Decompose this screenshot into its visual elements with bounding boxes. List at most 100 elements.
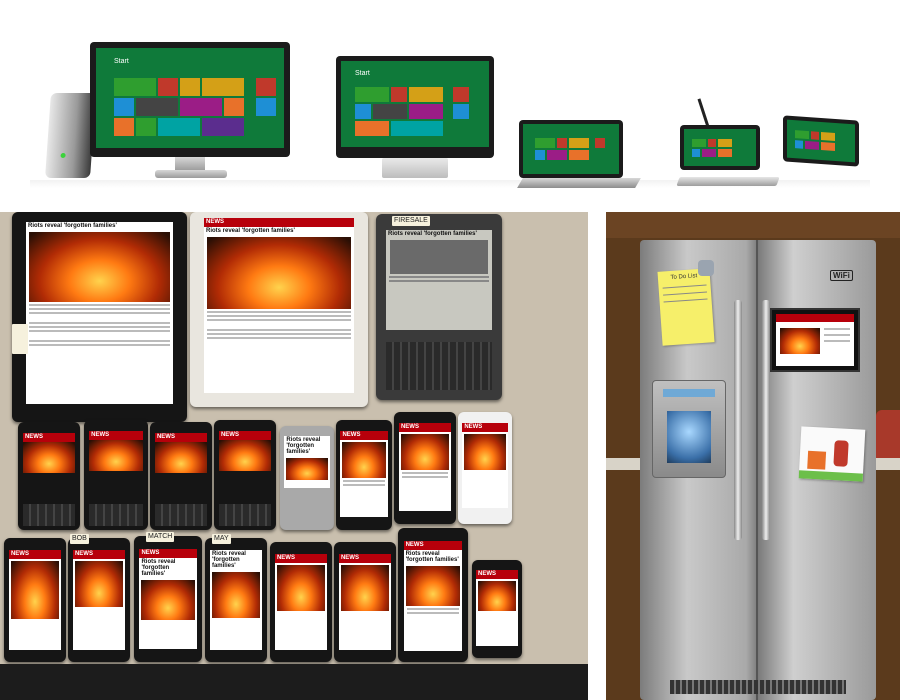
sticky-note: To Do List: [657, 268, 715, 346]
fire-photo: [207, 237, 351, 309]
phone-screen: NEWS: [462, 423, 508, 509]
tile: [569, 138, 589, 148]
robot-magnet-icon: [698, 260, 714, 276]
left-handle: [734, 300, 742, 540]
smartphone: NEWS: [394, 412, 456, 524]
tile: [391, 121, 443, 136]
tile: [821, 142, 835, 151]
refrigerator: WiFi To Do List: [640, 240, 876, 700]
smart-fridge-panel: WiFi To Do List: [606, 212, 900, 700]
tile: [702, 149, 716, 157]
phone: NEWS: [150, 422, 212, 530]
news-header: NEWS: [218, 431, 272, 440]
laptop-keyboard: [517, 178, 641, 188]
fire-photo: [342, 442, 386, 478]
phone-screen: NEWS: [398, 423, 452, 511]
shelf-edge: [0, 664, 588, 700]
power-led-icon: [60, 153, 66, 158]
phone-keyboard: [89, 503, 143, 526]
smartphone: NEWS: [336, 420, 392, 530]
phone-keyboard: [154, 504, 208, 526]
door-split: [756, 240, 758, 700]
fire-photo: [211, 572, 261, 619]
wifi-badge: WiFi: [830, 270, 853, 281]
tile: [224, 98, 244, 116]
device-label: [12, 324, 28, 354]
smartphone-white: NEWS: [458, 412, 512, 524]
phone-screen: NEWS: [218, 431, 272, 471]
smartphone: NEWS: [68, 538, 130, 662]
tile: [692, 149, 700, 157]
tablet-screen: [787, 119, 855, 163]
large-tablet-white: NEWS Riots reveal 'forgotten families': [190, 212, 368, 407]
tile: [535, 138, 555, 148]
child-drawing: [798, 426, 866, 482]
phone-screen: Riots reveal 'forgotten families': [209, 550, 263, 650]
fire-photo: [400, 434, 450, 471]
fire-photo: [276, 565, 326, 611]
tile: [811, 131, 819, 140]
fire-photo: [478, 580, 516, 611]
news-header: NEWS: [139, 548, 197, 558]
cabinet-top: [606, 212, 900, 238]
device-wall-panel: Riots reveal 'forgotten families' NEWS R…: [0, 212, 588, 700]
smartphone: Riots reveal 'forgotten families': [205, 538, 267, 662]
tile: [692, 139, 706, 147]
phone: NEWS: [84, 420, 148, 530]
phone-screen: NEWS: [154, 432, 208, 473]
tablet-with-keyboard: [680, 125, 760, 170]
tile: [453, 87, 469, 102]
detached-keyboard: [676, 177, 780, 186]
smartphone: NEWS: [472, 560, 522, 658]
tile: [256, 78, 276, 96]
phone-screen: NEWS Riots reveal 'forgotten families': [139, 548, 197, 650]
tile: [256, 98, 276, 116]
aio-monitor: Start: [336, 56, 494, 158]
news-header: NEWS: [72, 550, 126, 560]
fire-photo: [22, 441, 76, 473]
tile: [391, 87, 407, 102]
laptop: [519, 120, 623, 178]
fire-photo: [154, 441, 208, 473]
news-header: NEWS: [338, 554, 392, 563]
start-label: Start: [355, 70, 370, 77]
news-header: NEWS: [476, 569, 518, 579]
tile: [136, 98, 178, 116]
e-reader: Riots reveal 'forgotten families': [376, 214, 502, 400]
dispenser-display: [663, 389, 715, 397]
e-reader-screen: Riots reveal 'forgotten families': [386, 230, 492, 330]
phone-keyboard: [218, 503, 272, 526]
smartphone: NEWS Riots reveal 'forgotten families': [134, 536, 202, 662]
right-handle: [762, 300, 770, 540]
desktop-screen: Start: [96, 48, 284, 148]
news-header: NEWS: [89, 431, 143, 440]
aio-base: [382, 158, 448, 178]
phone-screen: NEWS Riots reveal 'forgotten families': [403, 541, 463, 652]
news-header: NEWS: [274, 554, 328, 563]
article-headline: Riots reveal 'forgotten families': [211, 551, 246, 570]
tablet-screen: NEWS Riots reveal 'forgotten families': [204, 218, 354, 393]
tile: [821, 132, 835, 141]
tile: [355, 121, 389, 136]
tablet-screen: Riots reveal 'forgotten families': [26, 222, 173, 404]
news-header: NEWS: [398, 423, 452, 433]
phone-keyboard: [22, 504, 76, 526]
smartphone-large: NEWS Riots reveal 'forgotten families': [398, 528, 468, 662]
fire-photo: [464, 434, 506, 471]
tile: [595, 138, 605, 148]
article-headline: Riots reveal 'forgotten families': [141, 558, 176, 577]
tablet: [783, 115, 859, 167]
tile: [453, 104, 469, 119]
fire-photo: [286, 458, 328, 481]
fridge-display: [770, 308, 860, 372]
fire-photo: [405, 566, 461, 607]
phone-silver: Riots reveal 'forgotten families': [280, 426, 334, 530]
smartphone: NEWS: [4, 538, 66, 662]
fridge-base-grille: [670, 680, 846, 694]
news-header: NEWS: [154, 432, 208, 442]
phone-screen: NEWS: [274, 554, 328, 650]
device-label: FIRESALE: [392, 216, 430, 226]
news-header: NEWS: [22, 432, 76, 442]
news-header: NEWS: [462, 423, 508, 433]
fire-photo: [218, 440, 272, 471]
